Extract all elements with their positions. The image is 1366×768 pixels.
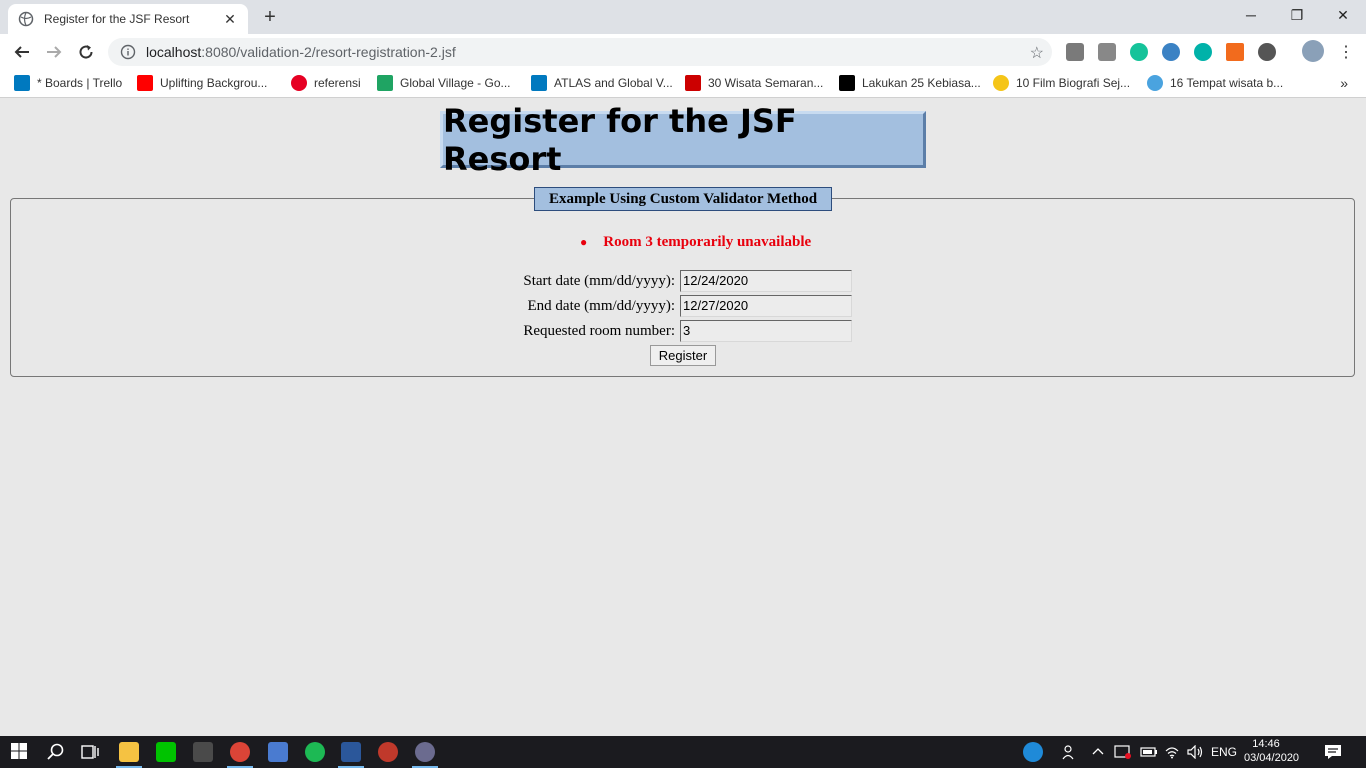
url-host: localhost [146,44,202,60]
bookmark-label: referensi [314,76,361,90]
volume-icon[interactable] [1186,736,1204,768]
bookmark-label: 10 Film Biografi Sej... [1016,76,1131,90]
system-clock[interactable]: 14:46 03/04/2020 [1244,737,1300,765]
start-date-label: Start date (mm/dd/yyyy): [523,272,675,289]
app-icon[interactable] [378,742,398,762]
bookmark-item[interactable]: ATLAS and Global V... [531,75,673,91]
people-icon[interactable] [1062,736,1078,768]
bookmark-item[interactable]: * Boards | Trello [14,75,122,91]
url-path: :8080/validation-2/resort-registration-2… [201,44,456,60]
settings-gear-icon[interactable] [415,742,435,762]
trello-icon [14,75,30,91]
globe-icon [18,11,34,27]
battery-icon[interactable] [1140,736,1158,768]
z-logo-icon [993,75,1009,91]
chevron-up-icon[interactable] [1092,736,1104,768]
close-window-button[interactable]: ✕ [1320,0,1366,30]
taskbar: ENG 14:46 03/04/2020 [0,736,1366,768]
google-drive-icon [377,75,393,91]
more-menu-icon[interactable]: ⋮ [1334,40,1358,64]
address-bar[interactable]: localhost:8080/validation-2/resort-regis… [108,38,1052,66]
language-indicator[interactable]: ENG [1211,736,1237,768]
extension-circle-icon[interactable] [1258,43,1276,61]
bullet-icon: ● [580,235,588,249]
end-date-field[interactable]: 12/27/2020 [680,295,852,317]
clock-time: 14:46 [1252,738,1280,750]
minimize-button[interactable]: ─ [1228,0,1274,30]
wifi-icon[interactable] [1164,736,1180,768]
trello-icon [531,75,547,91]
fieldset-legend: Example Using Custom Validator Method [534,187,832,211]
task-view-icon[interactable] [80,742,100,762]
browser-toolbar: localhost:8080/validation-2/resort-regis… [0,34,1366,70]
file-explorer-icon[interactable] [119,742,139,762]
bookmark-item[interactable]: Global Village - Go... [377,75,511,91]
tab-title: Register for the JSF Resort [44,12,190,26]
profile-avatar[interactable] [1302,40,1324,62]
more-bookmarks-icon[interactable]: » [1340,75,1348,91]
browser-tab[interactable]: Register for the JSF Resort ✕ [8,4,248,34]
extension-cube-icon[interactable] [1098,43,1116,61]
info-icon[interactable] [120,44,136,60]
reload-icon[interactable] [74,40,98,64]
start-date-field[interactable]: 12/24/2020 [680,270,852,292]
room-number-field[interactable]: 3 [680,320,852,342]
help-icon[interactable] [1023,742,1043,762]
search-icon[interactable] [46,742,66,762]
restore-button[interactable]: ❐ [1274,0,1320,30]
new-tab-button[interactable]: + [258,6,282,28]
bookmark-star-icon[interactable]: ☆ [1030,43,1044,63]
bookmarks-bar: * Boards | Trello Uplifting Backgrou... … [0,70,1366,98]
forward-arrow-icon[interactable] [42,40,66,64]
start-date-row: Start date (mm/dd/yyyy): 12/24/2020 [475,270,852,292]
bookmark-label: 16 Tempat wisata b... [1170,76,1284,90]
register-button[interactable]: Register [650,345,716,366]
bird-icon [1147,75,1163,91]
clock-date: 03/04/2020 [1244,752,1300,764]
line-app-icon[interactable] [156,742,176,762]
bookmark-label: 30 Wisata Semaran... [708,76,824,90]
bookmark-label: ATLAS and Global V... [554,76,673,90]
bookmark-item[interactable]: referensi [291,75,361,91]
m-logo-icon [685,75,701,91]
bookmark-label: Uplifting Backgrou... [160,76,268,90]
error-text: Room 3 temporarily unavailable [603,234,812,250]
sublime-text-icon[interactable] [193,742,213,762]
action-center-icon[interactable] [1324,736,1342,768]
word-icon[interactable] [341,742,361,762]
windows-start-icon[interactable] [10,742,30,762]
notification-app-icon[interactable] [1114,736,1132,768]
close-tab-icon[interactable]: ✕ [222,11,238,28]
bookmark-label: Global Village - Go... [400,76,511,90]
grammarly-icon[interactable] [1130,43,1148,61]
bookmark-item[interactable]: 10 Film Biografi Sej... [993,75,1130,91]
m-logo-icon [839,75,855,91]
room-number-row: Requested room number: 3 [475,320,852,342]
notepad-icon[interactable] [268,742,288,762]
end-date-label: End date (mm/dd/yyyy): [527,297,675,314]
bookmark-item[interactable]: 30 Wisata Semaran... [685,75,823,91]
extension-feather-icon[interactable] [1162,43,1180,61]
page-content: Register for the JSF Resort Example Usin… [0,99,1366,736]
end-date-row: End date (mm/dd/yyyy): 12/27/2020 [475,295,852,317]
spotify-icon[interactable] [305,742,325,762]
bookmark-label: * Boards | Trello [37,76,123,90]
youtube-icon [137,75,153,91]
bookmark-item[interactable]: Lakukan 25 Kebiasa... [839,75,981,91]
tab-strip: Register for the JSF Resort ✕ + ─ ❐ ✕ [0,0,1366,34]
bookmark-label: Lakukan 25 Kebiasa... [862,76,981,90]
bookmark-item[interactable]: Uplifting Backgrou... [137,75,267,91]
bookmark-item[interactable]: 16 Tempat wisata b... [1147,75,1283,91]
page-title: Register for the JSF Resort [440,102,926,178]
page-title-text: Register for the JSF Resort [443,101,797,178]
extension-sc-icon[interactable] [1226,43,1244,61]
room-number-label: Requested room number: [523,322,675,339]
extension-chat-icon[interactable] [1066,43,1084,61]
error-message: ● Room 3 temporarily unavailable [580,234,811,251]
pinterest-icon [291,75,307,91]
back-arrow-icon[interactable] [10,40,34,64]
chrome-icon[interactable] [230,742,250,762]
extension-m-icon[interactable] [1194,43,1212,61]
